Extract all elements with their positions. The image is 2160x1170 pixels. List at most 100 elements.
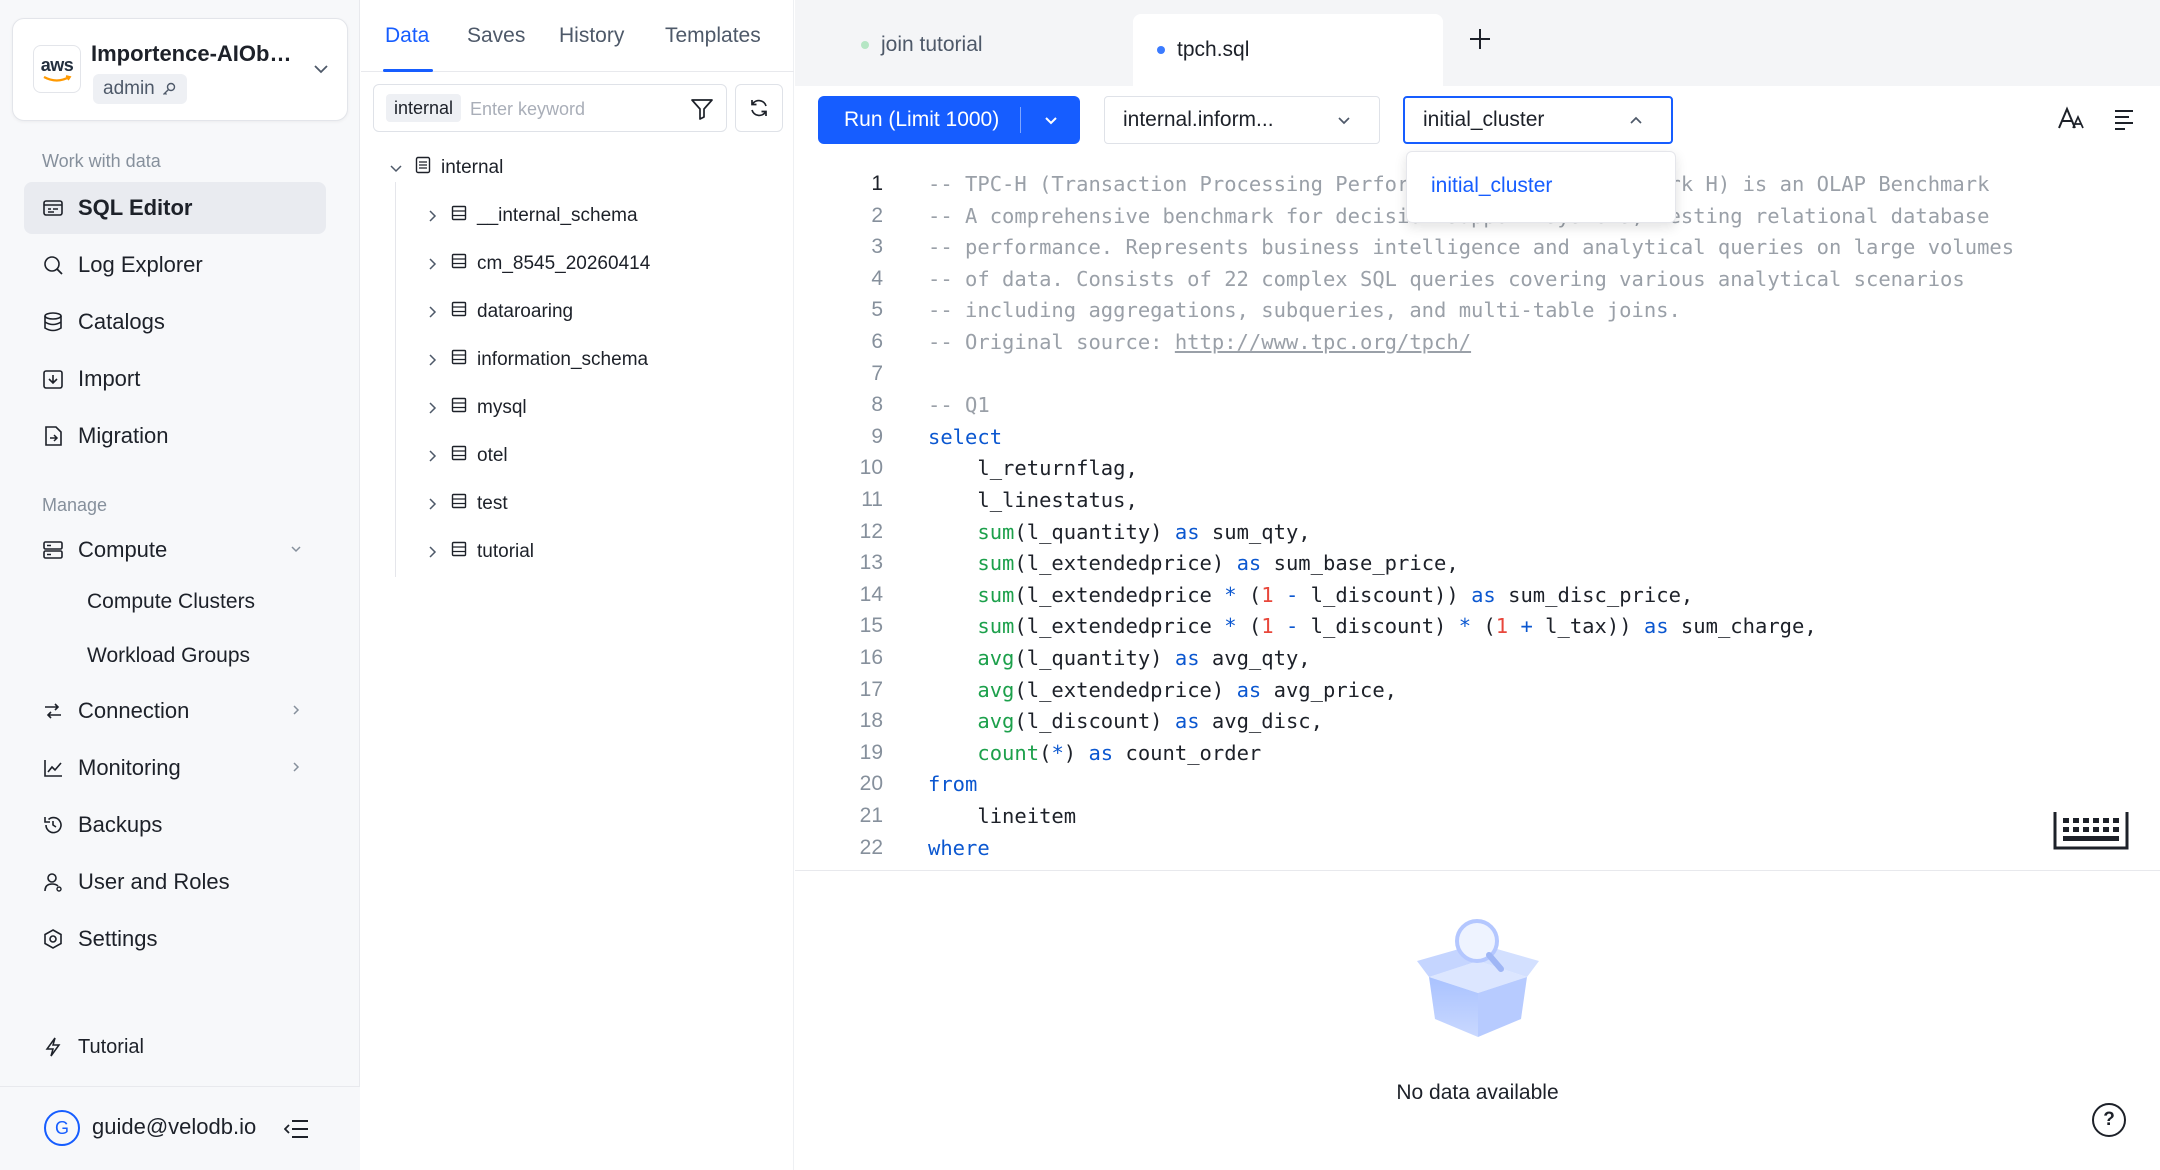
code-line: 17 avg(l_extendedprice) as avg_price, (795, 674, 1397, 706)
tab-data[interactable]: Data (385, 24, 429, 48)
nav-item-log-explorer[interactable]: Log Explorer (24, 239, 326, 291)
schema-icon (451, 253, 467, 275)
code-line: 12 sum(l_quantity) as sum_qty, (795, 516, 1311, 548)
nav-item-catalogs[interactable]: Catalogs (24, 296, 326, 348)
line-number: 7 (871, 361, 883, 385)
nav-item-user-and-roles[interactable]: User and Roles (24, 856, 326, 908)
avatar[interactable]: G (44, 1110, 80, 1146)
line-number: 1 (871, 172, 883, 195)
refresh-button[interactable] (735, 84, 783, 132)
code-editor[interactable]: 1 -- TPC-H (Transaction Processing Perfor… (795, 168, 2160, 868)
tab-templates[interactable]: Templates (665, 24, 761, 48)
line-number: 3 (871, 235, 883, 259)
editor-tab-tpch-sql[interactable]: tpch.sql (1133, 14, 1443, 86)
tab-history[interactable]: History (559, 24, 624, 48)
code-text: lineitem (928, 804, 1077, 828)
chart-line-icon (42, 757, 64, 779)
tree-node-schema[interactable]: cm_8545_20260414 (423, 249, 650, 279)
schema-icon (451, 493, 467, 515)
filter-icon[interactable] (690, 97, 714, 121)
format-code-icon[interactable] (2113, 108, 2135, 130)
code-text: sum(l_extendedprice * (1 - l_discount) *… (977, 614, 1817, 639)
font-size-icon[interactable] (2057, 106, 2085, 132)
nav-item-monitoring[interactable]: Monitoring (24, 742, 326, 794)
chevron-down-icon (1338, 117, 1350, 125)
editor-tabbar: join tutorial tpch.sql (795, 0, 2160, 86)
code-line: 13 sum(l_extendedprice) as sum_base_pric… (795, 547, 1459, 579)
code-line: 21 lineitem (795, 800, 1076, 832)
editor-tab-join-tutorial[interactable]: join tutorial (837, 14, 1007, 76)
tree-node-schema[interactable]: dataroaring (423, 297, 573, 327)
cluster-dropdown: initial_cluster (1406, 151, 1676, 223)
nav-sub-compute-clusters[interactable]: Compute Clusters (87, 590, 255, 614)
code-line: 2 -- A comprehensive benchmark for decisi… (795, 200, 1989, 232)
line-number: 22 (859, 835, 883, 859)
help-icon[interactable]: ? (2092, 1103, 2126, 1137)
tree-node-schema[interactable]: otel (423, 441, 508, 471)
tree-node-schema[interactable]: tutorial (423, 537, 534, 567)
code-text: l_linestatus, (928, 488, 1138, 512)
run-button[interactable]: Run (Limit 1000) (818, 96, 1080, 144)
line-number: 15 (859, 614, 883, 638)
keyboard-icon[interactable] (2051, 806, 2131, 854)
code-text: l_returnflag, (928, 456, 1138, 481)
search-input[interactable] (470, 95, 670, 123)
code-line: 8 -- Q1 (795, 389, 989, 421)
nav-item-backups[interactable]: Backups (24, 799, 326, 851)
nav-item-migration[interactable]: Migration (24, 410, 326, 462)
tree-node-schema[interactable]: mysql (423, 393, 527, 423)
user-icon (42, 871, 64, 893)
chevron-right-icon (293, 762, 300, 772)
nav-item-tutorial[interactable]: Tutorial (24, 1021, 326, 1073)
nav-item-settings[interactable]: Settings (24, 913, 326, 965)
database-select[interactable]: internal.inform... (1104, 96, 1380, 144)
chevron-right-icon (423, 352, 441, 368)
tree-node-internal[interactable]: internal (387, 153, 503, 183)
line-number: 11 (861, 488, 883, 511)
chevron-right-icon (423, 304, 441, 320)
org-switcher[interactable]: aws Importence-AIObservability admin (12, 18, 348, 121)
nav-item-compute[interactable]: Compute (24, 524, 326, 576)
user-email[interactable]: guide@velodb.io (92, 1114, 256, 1140)
chevron-right-icon (423, 208, 441, 224)
nav-item-import[interactable]: Import (24, 353, 326, 405)
panel-tabs: Data Saves History Templates (361, 0, 794, 72)
tab-saves[interactable]: Saves (467, 24, 525, 48)
code-line: 15 sum(l_extendedprice * (1 - l_discount… (795, 610, 1817, 642)
nav-sub-workload-groups[interactable]: Workload Groups (87, 644, 250, 668)
chevron-right-icon (423, 544, 441, 560)
aws-smile-icon (43, 74, 72, 82)
line-number: 16 (859, 646, 883, 669)
history-icon (42, 814, 64, 836)
nav-item-connection[interactable]: Connection (24, 685, 326, 737)
schema-icon (451, 397, 467, 419)
code-line: 20 from (795, 768, 978, 800)
add-tab-icon[interactable] (1467, 26, 1493, 52)
key-icon (162, 82, 175, 95)
cluster-option[interactable]: initial_cluster (1431, 174, 1552, 198)
nav-item-sql-editor[interactable]: SQL Editor (24, 182, 326, 234)
active-tab-indicator (383, 69, 433, 72)
tree-node-schema[interactable]: __internal_schema (423, 201, 638, 231)
code-text: -- Q1 (928, 393, 990, 418)
cluster-select[interactable]: initial_cluster (1403, 96, 1673, 144)
search-scope-tag[interactable]: internal (386, 94, 462, 122)
tab-status-dot (1157, 46, 1165, 54)
chevron-right-icon (423, 448, 441, 464)
chevron-down-icon (387, 160, 405, 176)
code-text: sum(l_extendedprice * (1 - l_discount)) … (977, 582, 1694, 607)
import-icon (42, 368, 64, 390)
collapse-sidebar-icon[interactable] (284, 1117, 310, 1141)
chevron-right-icon (423, 496, 441, 512)
org-name: Importence-AIObservability (91, 41, 301, 66)
line-number: 13 (859, 551, 883, 575)
empty-state-text: No data available (1396, 1081, 1559, 1104)
tree-node-schema[interactable]: test (423, 489, 508, 519)
run-options-chevron-icon[interactable] (1021, 111, 1080, 129)
line-number: 9 (871, 424, 883, 448)
code-text: from (928, 772, 978, 797)
empty-box-icon (1417, 919, 1539, 1037)
tree-node-schema[interactable]: information_schema (423, 345, 648, 375)
data-panel: Data Saves History Templates internal in… (361, 0, 794, 1170)
line-number: 17 (859, 677, 883, 701)
